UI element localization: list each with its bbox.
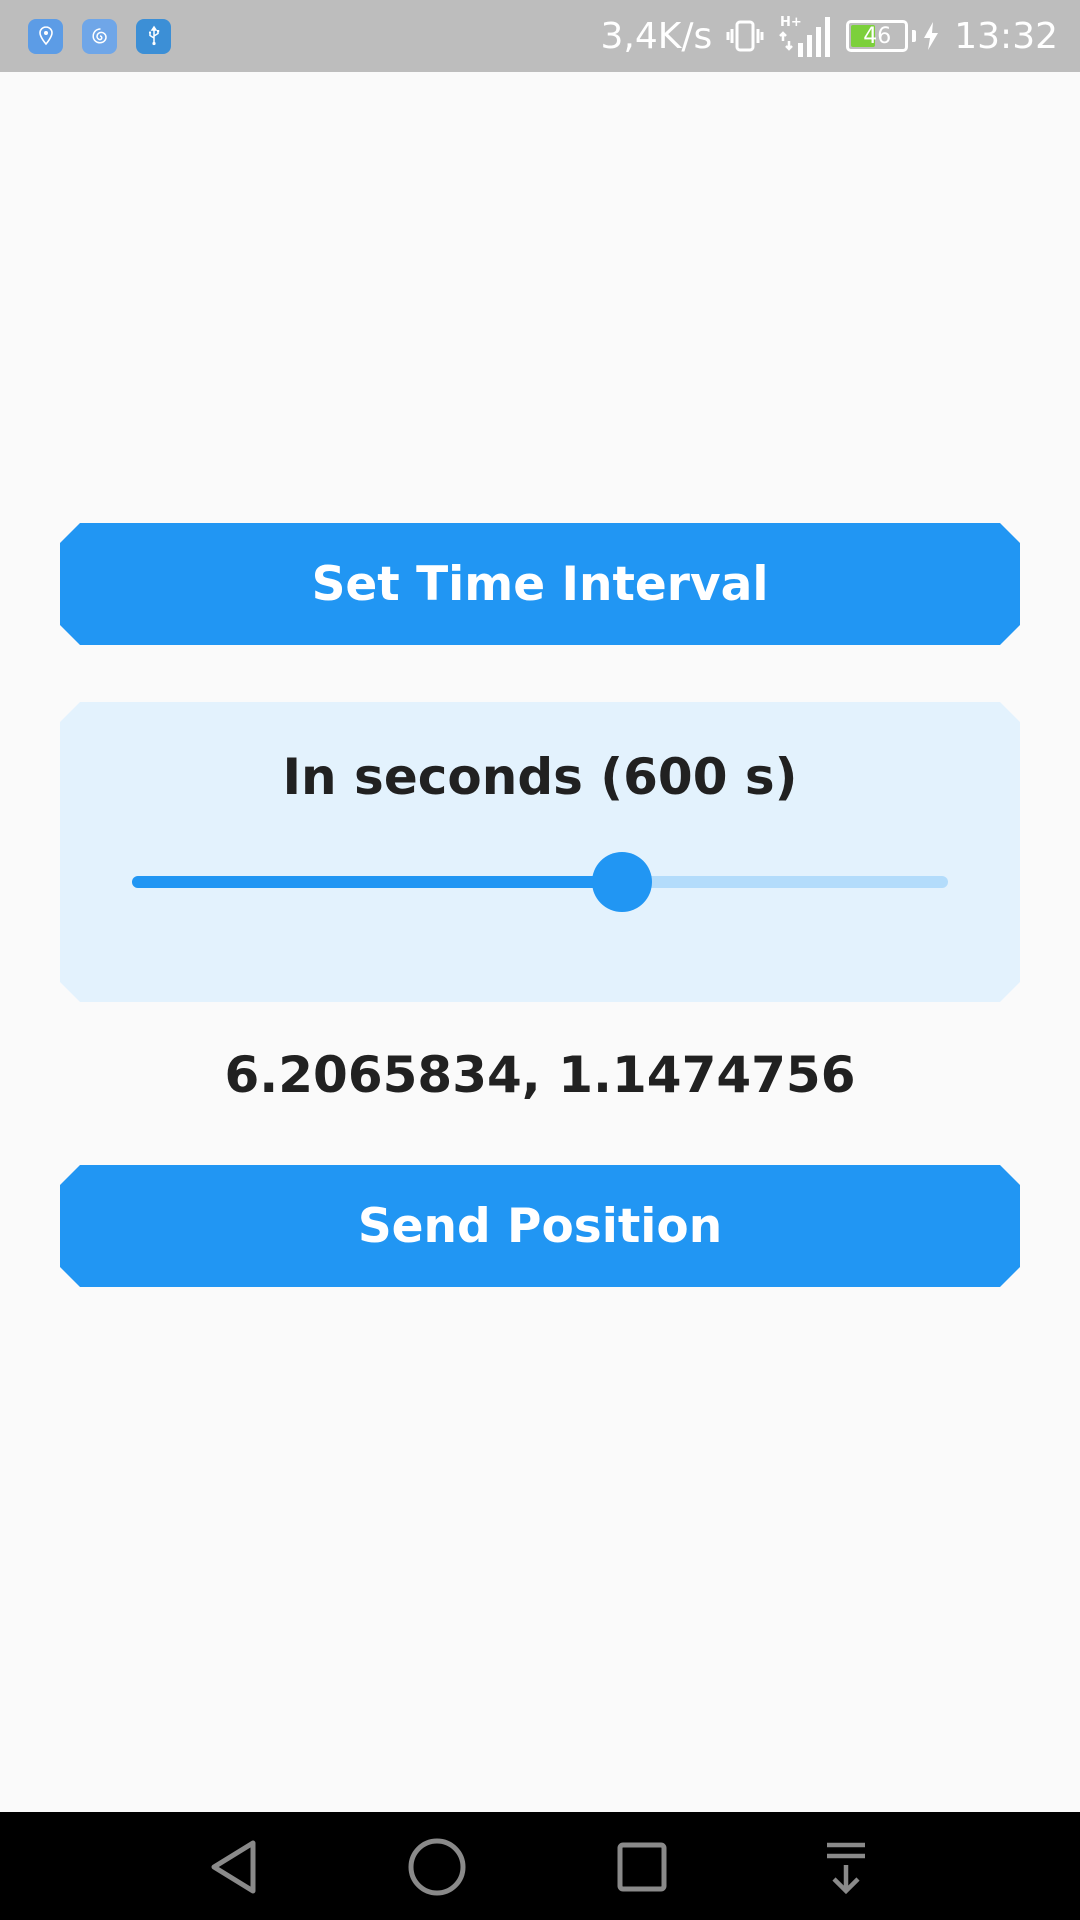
position-coordinates: 6.2065834, 1.1474756: [224, 1046, 856, 1104]
interval-slider-card: In seconds (600 s): [60, 702, 1020, 1002]
network-type: H+: [780, 15, 802, 30]
recents-icon[interactable]: [607, 1832, 677, 1902]
network-speed: 3,4K/s: [600, 15, 713, 57]
notification-pull-down-icon[interactable]: [811, 1832, 881, 1902]
charging-bolt-icon: [922, 21, 940, 51]
signal-icon: H+: [778, 13, 832, 59]
clock: 13:32: [954, 15, 1058, 57]
notification-icons: [28, 18, 171, 54]
interval-seconds-label: In seconds (600 s): [282, 748, 798, 806]
send-position-button[interactable]: Send Position: [60, 1165, 1020, 1287]
slider-active-track: [132, 876, 622, 888]
status-icons: 3,4K/s H+ 46 13:32: [600, 13, 1058, 59]
vibrate-icon: [726, 17, 764, 55]
interval-slider[interactable]: [132, 852, 948, 912]
back-icon[interactable]: [199, 1832, 269, 1902]
set-time-interval-label: Set Time Interval: [311, 556, 769, 612]
battery-level: 46: [863, 23, 892, 49]
usb-icon: [136, 18, 171, 54]
slider-thumb[interactable]: [592, 852, 652, 912]
spiral-app-icon: [82, 18, 117, 54]
location-icon: [28, 18, 63, 54]
navigation-bar: [0, 1812, 1080, 1920]
battery-icon: 46: [846, 20, 909, 52]
set-time-interval-button[interactable]: Set Time Interval: [60, 523, 1020, 645]
battery-cap: [912, 30, 917, 42]
send-position-label: Send Position: [357, 1198, 723, 1254]
status-bar: 3,4K/s H+ 46 13:32: [0, 0, 1080, 72]
home-icon[interactable]: [402, 1832, 472, 1902]
